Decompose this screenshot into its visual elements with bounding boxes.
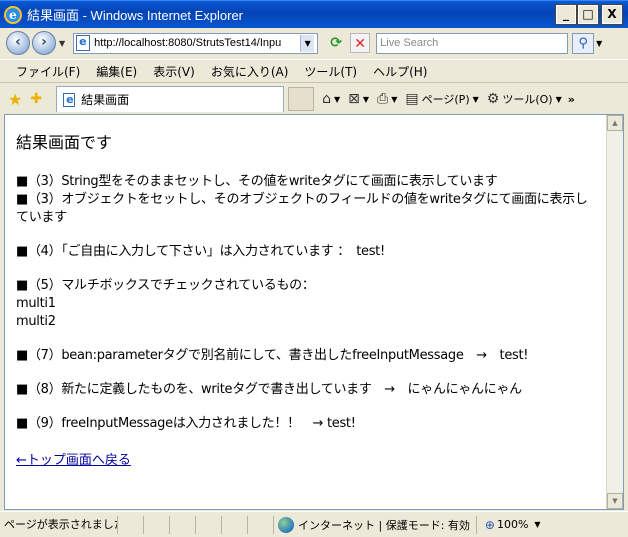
result-line-3a: ■（3）String型をそのままセットし、その値をwriteタグにて画面に表示し… — [16, 174, 498, 189]
feed-icon: ⊠ — [348, 91, 360, 107]
tab-bar: ★ ✚ 結果画面 ⌂▼ ⊠▼ ⎙▼ ▤ ページ(P)▼ ⚙ ツール(O)▼ » — [0, 84, 628, 114]
tab-page-icon — [63, 92, 76, 107]
print-dropdown-icon[interactable]: ▼ — [391, 95, 397, 104]
status-text: ページが表示されました — [0, 515, 118, 534]
search-icon[interactable]: ⚲ — [572, 32, 595, 54]
globe-icon — [278, 516, 294, 533]
status-pane — [118, 515, 144, 534]
search-input[interactable]: Live Search — [376, 32, 569, 54]
page-title: 結果画面です — [16, 133, 113, 152]
more-commands-icon[interactable]: » — [568, 93, 575, 106]
result-line-5: ■（5）マルチボックスでチェックされているもの： — [16, 278, 315, 293]
status-bar: ページが表示されました インターネット | 保護モード: 有効 ⊕ 100% ▼ — [0, 511, 628, 537]
result-line-9: ■（9）freeInputMessageは入力されました！！ → test! — [16, 416, 356, 431]
window-title: 結果画面 - Windows Internet Explorer — [27, 8, 244, 23]
stop-icon[interactable]: ✕ — [350, 33, 371, 53]
close-button[interactable]: X — [601, 4, 623, 25]
zoom-control[interactable]: ⊕ 100% ▼ — [485, 518, 541, 532]
result-line-4: ■（4）「ご自由に入力して下さい」は入力されています ： test! — [16, 244, 385, 259]
add-favorites-icon[interactable]: ✚ — [30, 91, 42, 107]
zoom-icon: ⊕ — [484, 517, 495, 532]
zone-label: インターネット | 保護モード: 有効 — [298, 518, 470, 532]
address-bar[interactable]: http://localhost:8080/StrutsTest14/Inpu … — [73, 32, 319, 54]
address-row: ‹ › ▼ http://localhost:8080/StrutsTest14… — [0, 28, 628, 58]
status-pane — [222, 515, 248, 534]
result-line-3b: ■（3）オブジェクトをセットし、そのオブジェクトのフィールドの値をwriteタグ… — [16, 192, 588, 225]
result-line-8: ■（8）新たに定義したものを、writeタグで書き出しています → にゃんにゃん… — [16, 382, 522, 397]
multi-value-1: multi1 — [16, 296, 56, 311]
print-button[interactable]: ⎙ ▼ — [377, 91, 397, 107]
page-viewport: 結果画面です ■（3）String型をそのままセットし、その値をwriteタグに… — [4, 114, 624, 510]
menu-help[interactable]: ヘルプ(H) — [367, 63, 433, 80]
tools-menu-label: ツール(O) — [502, 93, 553, 106]
tools-menu-button[interactable]: ⚙ ツール(O) ▼ — [487, 91, 562, 107]
window-controls: _ □ X — [555, 4, 623, 25]
vertical-scrollbar[interactable]: ▲ ▼ — [606, 115, 623, 509]
status-pane — [248, 515, 274, 534]
title-bar: e 結果画面 - Windows Internet Explorer _ □ X — [0, 0, 628, 28]
gear-icon: ⚙ — [486, 91, 500, 107]
status-pane — [196, 515, 222, 534]
status-pane — [170, 515, 196, 534]
feeds-button[interactable]: ⊠ ▼ — [348, 91, 369, 107]
page-content: 結果画面です ■（3）String型をそのままセットし、その値をwriteタグに… — [16, 123, 591, 468]
print-icon: ⎙ — [377, 91, 389, 107]
favorites-star-icon[interactable]: ★ — [8, 90, 22, 109]
menu-favorites[interactable]: お気に入り(A) — [205, 63, 295, 80]
minimize-button[interactable]: _ — [555, 4, 577, 25]
menu-edit[interactable]: 編集(E) — [90, 63, 143, 80]
security-zone[interactable]: インターネット | 保護モード: 有効 — [278, 515, 477, 534]
home-button[interactable]: ⌂ ▼ — [322, 91, 340, 107]
status-pane — [144, 515, 170, 534]
page-menu-button[interactable]: ▤ ページ(P) ▼ — [405, 91, 478, 107]
result-line-7: ■（7）bean:parameterタグで別名前にして、書き出したfreeInp… — [16, 348, 529, 363]
zoom-dropdown-icon[interactable]: ▼ — [534, 520, 540, 529]
new-tab-button[interactable] — [288, 87, 315, 111]
tab-label: 結果画面 — [81, 93, 130, 107]
menu-bar: ファイル(F) 編集(E) 表示(V) お気に入り(A) ツール(T) ヘルプ(… — [0, 59, 628, 83]
page-menu-icon: ▤ — [405, 91, 419, 107]
ie-logo-icon: e — [4, 5, 22, 24]
tools-menu-dropdown-icon: ▼ — [555, 94, 562, 104]
tab-result[interactable]: 結果画面 — [56, 86, 285, 112]
back-button[interactable]: ‹ — [6, 31, 30, 55]
menu-tools[interactable]: ツール(T) — [298, 63, 363, 80]
home-dropdown-icon[interactable]: ▼ — [334, 95, 340, 104]
forward-button[interactable]: › — [32, 31, 56, 55]
refresh-icon[interactable]: ⟳ — [326, 33, 346, 53]
feed-dropdown-icon[interactable]: ▼ — [363, 95, 369, 104]
scroll-down-button[interactable]: ▼ — [607, 493, 623, 509]
history-dropdown-icon[interactable]: ▼ — [59, 39, 65, 48]
zoom-level: 100% — [496, 518, 529, 531]
menu-view[interactable]: 表示(V) — [147, 63, 201, 80]
scroll-up-button[interactable]: ▲ — [607, 115, 623, 131]
page-menu-dropdown-icon: ▼ — [472, 94, 479, 104]
back-to-top-link[interactable]: ←トップ画面へ戻る — [16, 453, 131, 468]
maximize-button[interactable]: □ — [577, 4, 599, 25]
multi-value-2: multi2 — [16, 314, 56, 329]
address-url[interactable]: http://localhost:8080/StrutsTest14/Inpu — [94, 37, 300, 49]
menu-file[interactable]: ファイル(F) — [10, 63, 86, 80]
home-icon: ⌂ — [322, 91, 331, 107]
page-menu-label: ページ(P) — [421, 93, 470, 106]
page-icon — [76, 35, 91, 51]
address-dropdown-icon[interactable]: ▼ — [300, 34, 315, 52]
search-dropdown-icon[interactable]: ▼ — [596, 39, 602, 48]
